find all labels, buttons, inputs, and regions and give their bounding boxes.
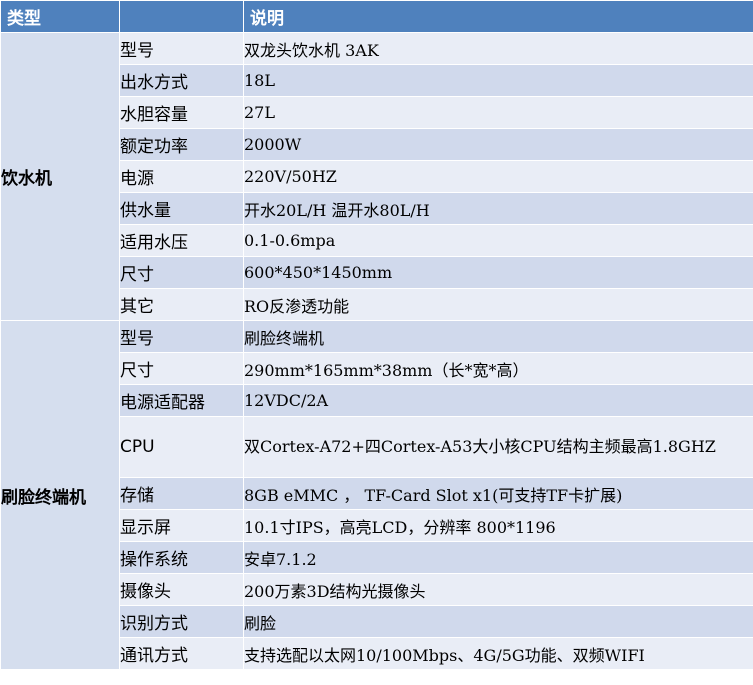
row-label: 摄像头 — [119, 573, 244, 606]
row-value: 刷脸终端机 — [243, 320, 753, 353]
row-label: CPU — [119, 416, 244, 478]
row-value: 双龙头饮水机 3AK — [243, 32, 753, 65]
table-header-row: 类型 说明 — [0, 0, 753, 33]
row-label: 识别方式 — [119, 605, 244, 638]
row-label: 型号 — [119, 32, 244, 65]
spec-table: 类型 说明 饮水机 型号 双龙头饮水机 3AK 出水方式 18L 水胆容量 27… — [0, 0, 753, 670]
header-blank — [119, 0, 244, 33]
row-label: 水胆容量 — [119, 96, 244, 129]
row-value: 18L — [243, 64, 753, 97]
row-value: 0.1-0.6mpa — [243, 224, 753, 257]
row-value: 200万素3D结构光摄像头 — [243, 573, 753, 606]
row-label: 操作系统 — [119, 541, 244, 574]
table-row: 刷脸终端机 型号 刷脸终端机 — [0, 320, 753, 670]
category-face-terminal: 刷脸终端机 — [0, 320, 120, 670]
row-value: 220V/50HZ — [243, 160, 753, 193]
row-value: 安卓7.1.2 — [243, 541, 753, 574]
row-label: 尺寸 — [119, 352, 244, 385]
row-label: 电源 — [119, 160, 244, 193]
row-label: 尺寸 — [119, 256, 244, 289]
row-value: 600*450*1450mm — [243, 256, 753, 289]
row-label: 供水量 — [119, 192, 244, 225]
row-value: 27L — [243, 96, 753, 129]
row-value: 双Cortex-A72+四Cortex-A53大小核CPU结构主频最高1.8GH… — [243, 416, 753, 478]
category-water-dispenser: 饮水机 — [0, 32, 120, 321]
header-type: 类型 — [0, 0, 120, 33]
row-label: 出水方式 — [119, 64, 244, 97]
row-label: 显示屏 — [119, 509, 244, 542]
row-label: 存储 — [119, 477, 244, 510]
row-value: 支持选配以太网10/100Mbps、4G/5G功能、双频WIFI — [243, 637, 753, 670]
row-value: 刷脸 — [243, 605, 753, 638]
row-value: 290mm*165mm*38mm（长*宽*高） — [243, 352, 753, 385]
row-label: 型号 — [119, 320, 244, 353]
row-value: 开水20L/H 温开水80L/H — [243, 192, 753, 225]
row-value: 10.1寸IPS，高亮LCD，分辨率 800*1196 — [243, 509, 753, 542]
header-description: 说明 — [243, 0, 753, 33]
row-value: 12VDC/2A — [243, 384, 753, 417]
row-label: 适用水压 — [119, 224, 244, 257]
row-value: RO反渗透功能 — [243, 288, 753, 321]
row-value: 8GB eMMC ， TF-Card Slot x1(可支持TF卡扩展) — [243, 477, 753, 510]
row-value: 2000W — [243, 128, 753, 161]
row-label: 电源适配器 — [119, 384, 244, 417]
row-label: 通讯方式 — [119, 637, 244, 670]
table-row: 饮水机 型号 双龙头饮水机 3AK — [0, 32, 753, 321]
row-label: 额定功率 — [119, 128, 244, 161]
row-label: 其它 — [119, 288, 244, 321]
